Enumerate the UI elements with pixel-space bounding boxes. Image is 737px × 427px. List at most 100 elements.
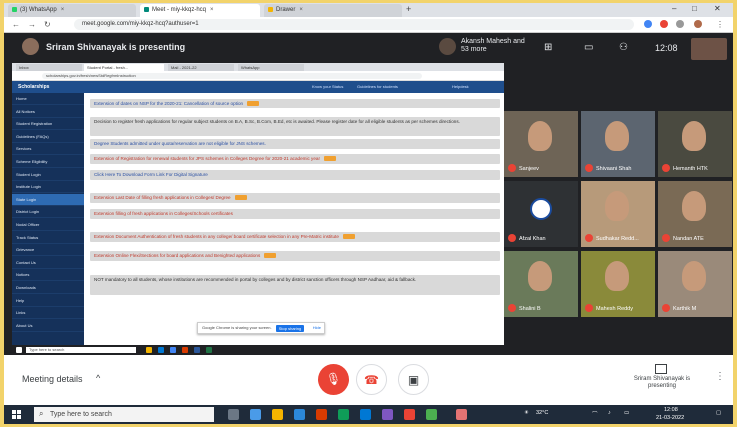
chevron-up-icon[interactable]: ^ [96,373,100,383]
presenting-status: Sriram Shivanayak is presenting [633,376,691,389]
shared-tab: Student Portal - fresh... [84,64,164,71]
participant-video [528,121,552,151]
shared-tab: Mail - 2021-22 [168,64,234,71]
office-icon[interactable] [316,409,327,420]
layout-icon[interactable]: ⊞ [544,42,552,53]
participant-video [605,191,629,221]
notice-item: Extension of dates on NSP for the 2020-2… [90,99,500,108]
notice-item: Extension Last Date of filling fresh app… [90,193,500,203]
chrome-icon[interactable] [404,409,415,420]
browser-tabbar: (3) WhatsApp × Meet - miy-kkqz-hcq × Drawe… [4,3,733,17]
presenting-banner: Sriram Shivanayak is presenting [46,42,186,52]
address-bar[interactable]: meet.google.com/miy-kkqz-hcq?authuser=1 [74,19,634,30]
mic-muted-icon [508,164,516,172]
camera-icon: ▣ [407,373,420,387]
close-icon[interactable]: × [61,7,65,13]
extensions-puzzle-icon[interactable] [676,20,684,28]
mic-off-button[interactable]: 🎙 [318,364,349,395]
notice-text: Decision to register fresh applications … [94,119,460,124]
file-explorer-icon[interactable] [272,409,283,420]
participant-tile[interactable]: Mahesh Reddy [581,251,655,317]
mic-muted-icon [662,304,670,312]
battery-icon[interactable]: ▭ [624,410,629,416]
app-icon[interactable] [426,409,437,420]
extension-icon[interactable] [644,20,652,28]
self-view-tile[interactable] [691,38,727,60]
participant-video [528,261,552,291]
tab-whatsapp[interactable]: (3) WhatsApp × [8,4,136,17]
portal-header: Scholarships Know your Status Guidelines… [12,81,504,93]
participant-name: Sudhakar Redd... [596,236,639,242]
meet-icon [144,6,149,12]
participant-tile[interactable]: Afzal Khan [504,181,578,247]
teams-icon[interactable] [382,409,393,420]
participant-tile[interactable]: Karthik M [658,251,732,317]
participant-tile[interactable]: Hemanth HTK [658,111,732,177]
new-tab-button[interactable]: + [406,4,411,14]
participant-logo-icon [530,198,552,220]
hang-up-icon: ☎ [364,373,379,387]
participant-name: Shivaani Shah [596,166,632,172]
forward-icon[interactable]: → [28,20,36,29]
minimize-icon[interactable]: – [672,4,676,13]
taskbar-search-input[interactable]: Type here to search [34,407,214,422]
store-icon[interactable] [294,409,305,420]
back-icon[interactable]: ← [12,20,20,29]
edge-icon[interactable] [338,409,349,420]
participant-video [682,121,706,151]
search-icon: ⌕ [39,409,44,418]
excel-icon [206,347,212,353]
close-window-icon[interactable]: ✕ [714,4,721,13]
hide-button: Hide [312,325,321,330]
sidebar-item: Grievance [12,244,84,257]
participant-tile[interactable]: Sudhakar Redd... [581,181,655,247]
camera-button[interactable]: ▣ [398,364,429,395]
extension-icon[interactable] [660,20,668,28]
sidebar-item: Student Registration [12,118,84,131]
presented-screen: Inbox Student Portal - fresh... Mail - 2… [12,63,504,355]
people-icon[interactable]: ⚇ [619,42,628,53]
participant-tile[interactable]: Shivaani Shah [581,111,655,177]
more-options-icon[interactable]: ⋮ [715,371,725,382]
menu-kebab-icon[interactable]: ⋮ [716,20,724,29]
close-icon[interactable]: × [210,7,214,13]
sidebar-item: Help [12,295,84,307]
participant-tile[interactable]: Nandan ATE [658,181,732,247]
profile-avatar[interactable] [694,20,702,28]
widgets-icon[interactable] [250,409,261,420]
windows-icon [16,347,22,353]
weather-icon[interactable]: ☀ [524,410,529,416]
sharing-message: Google Chrome is sharing your screen. [202,325,272,330]
meeting-details-button[interactable]: Meeting details [22,374,83,384]
speaker-icon[interactable]: ♪ [608,410,611,416]
app-icon[interactable] [456,409,467,420]
participant-tile[interactable]: Shalini B [504,251,578,317]
notice-text: Extension Last Date of filling fresh app… [94,195,231,200]
mic-off-icon: 🎙 [325,372,342,386]
notice-list: Extension of dates on NSP for the 2020-2… [90,99,500,355]
leave-call-button[interactable]: ☎ [356,364,387,395]
captions-icon[interactable]: ▭ [584,42,593,53]
header-link: Helpdesk [452,84,469,89]
notifications-icon[interactable]: ▢ [716,410,721,416]
notice-text: Extension Document Authentication of fre… [94,234,339,239]
reload-icon[interactable]: ↻ [44,20,51,29]
windows-start-icon[interactable] [12,410,21,419]
presenter-avatar [22,38,39,55]
participant-name: Afzal Khan [519,236,546,242]
maximize-icon[interactable]: □ [692,4,697,13]
new-badge-icon [234,195,247,201]
notice-item: Extension Online Flexi/Sections for boar… [90,251,500,261]
tab-meet[interactable]: Meet - miy-kkqz-hcq × [140,4,260,17]
new-badge-icon [342,234,355,240]
participant-grid: Sanjeev Shivaani Shah Hemanth HTK Afzal Kha… [504,111,733,317]
present-icon[interactable] [655,364,667,374]
mail-icon[interactable] [360,409,371,420]
participant-video [605,121,629,151]
participant-tile[interactable]: Sanjeev [504,111,578,177]
wifi-icon[interactable]: ⌒ [592,410,598,418]
sidebar-item: Notices [12,269,84,282]
tab-drawer[interactable]: Drawer × [264,4,402,17]
task-view-icon[interactable] [228,409,239,420]
close-icon[interactable]: × [299,7,303,13]
